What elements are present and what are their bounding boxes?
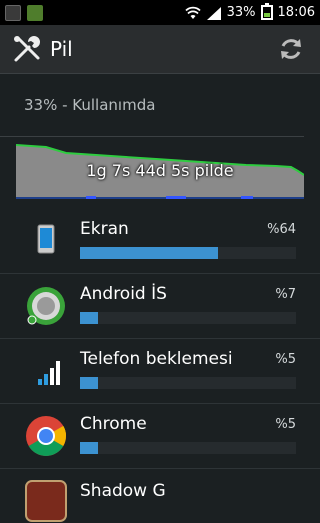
graph-baseline xyxy=(16,197,304,199)
cell-standby-icon xyxy=(38,361,60,385)
graph-label: 1g 7s 44d 5s pilde xyxy=(86,161,234,180)
item-label: Telefon beklemesi xyxy=(80,349,233,369)
page-title: Pil xyxy=(50,37,73,61)
battery-percent: 33% xyxy=(226,5,256,20)
signal-icon xyxy=(206,6,221,20)
list-item-partial[interactable]: Shadow G xyxy=(0,469,320,522)
usage-list: Ekran %64 Android İS %7 Telefon beklemes… xyxy=(0,209,320,522)
chrome-icon xyxy=(26,416,66,456)
tools-icon[interactable] xyxy=(12,34,42,64)
battery-content: 33% - Kullanımda 1g 7s 44d 5s pilde Ekra… xyxy=(0,74,320,522)
graph-signal-segment xyxy=(166,196,186,199)
notification-icon xyxy=(5,4,21,21)
usage-summary: 33% - Kullanımda xyxy=(0,74,304,137)
usage-bar xyxy=(80,312,296,324)
item-percent: %64 xyxy=(267,222,296,237)
item-label: Chrome xyxy=(80,414,147,434)
item-label: Android İS xyxy=(80,284,167,304)
list-item-chrome[interactable]: Chrome %5 xyxy=(0,404,320,469)
usage-text: 33% - Kullanımda xyxy=(24,96,156,114)
usage-bar-fill xyxy=(80,377,98,389)
item-label: Shadow G xyxy=(80,481,166,501)
usage-bar xyxy=(80,442,296,454)
item-percent: %5 xyxy=(275,352,296,367)
item-label: Ekran xyxy=(80,219,129,239)
wifi-icon xyxy=(184,6,201,19)
usage-bar-fill xyxy=(80,247,218,259)
android-notification-icon xyxy=(27,4,43,21)
usage-bar-fill xyxy=(80,442,98,454)
graph-signal-segment xyxy=(241,196,253,199)
refresh-icon[interactable] xyxy=(278,36,304,62)
graph-signal-segment xyxy=(86,196,96,199)
action-bar: Pil xyxy=(0,25,320,74)
usage-bar xyxy=(80,247,296,259)
item-percent: %7 xyxy=(275,287,296,302)
screen-icon xyxy=(37,224,55,254)
app-icon xyxy=(25,480,67,522)
battery-icon xyxy=(260,3,273,20)
list-item-cell-standby[interactable]: Telefon beklemesi %5 xyxy=(0,339,320,404)
android-os-icon xyxy=(27,287,65,325)
usage-bar xyxy=(80,377,296,389)
battery-history-graph[interactable]: 1g 7s 44d 5s pilde xyxy=(16,141,304,199)
item-percent: %5 xyxy=(275,417,296,432)
status-bar: 33% 18:06 xyxy=(0,0,320,25)
list-item-android-os[interactable]: Android İS %7 xyxy=(0,274,320,339)
clock: 18:06 xyxy=(277,5,315,20)
usage-bar-fill xyxy=(80,312,98,324)
list-item-screen[interactable]: Ekran %64 xyxy=(0,209,320,274)
